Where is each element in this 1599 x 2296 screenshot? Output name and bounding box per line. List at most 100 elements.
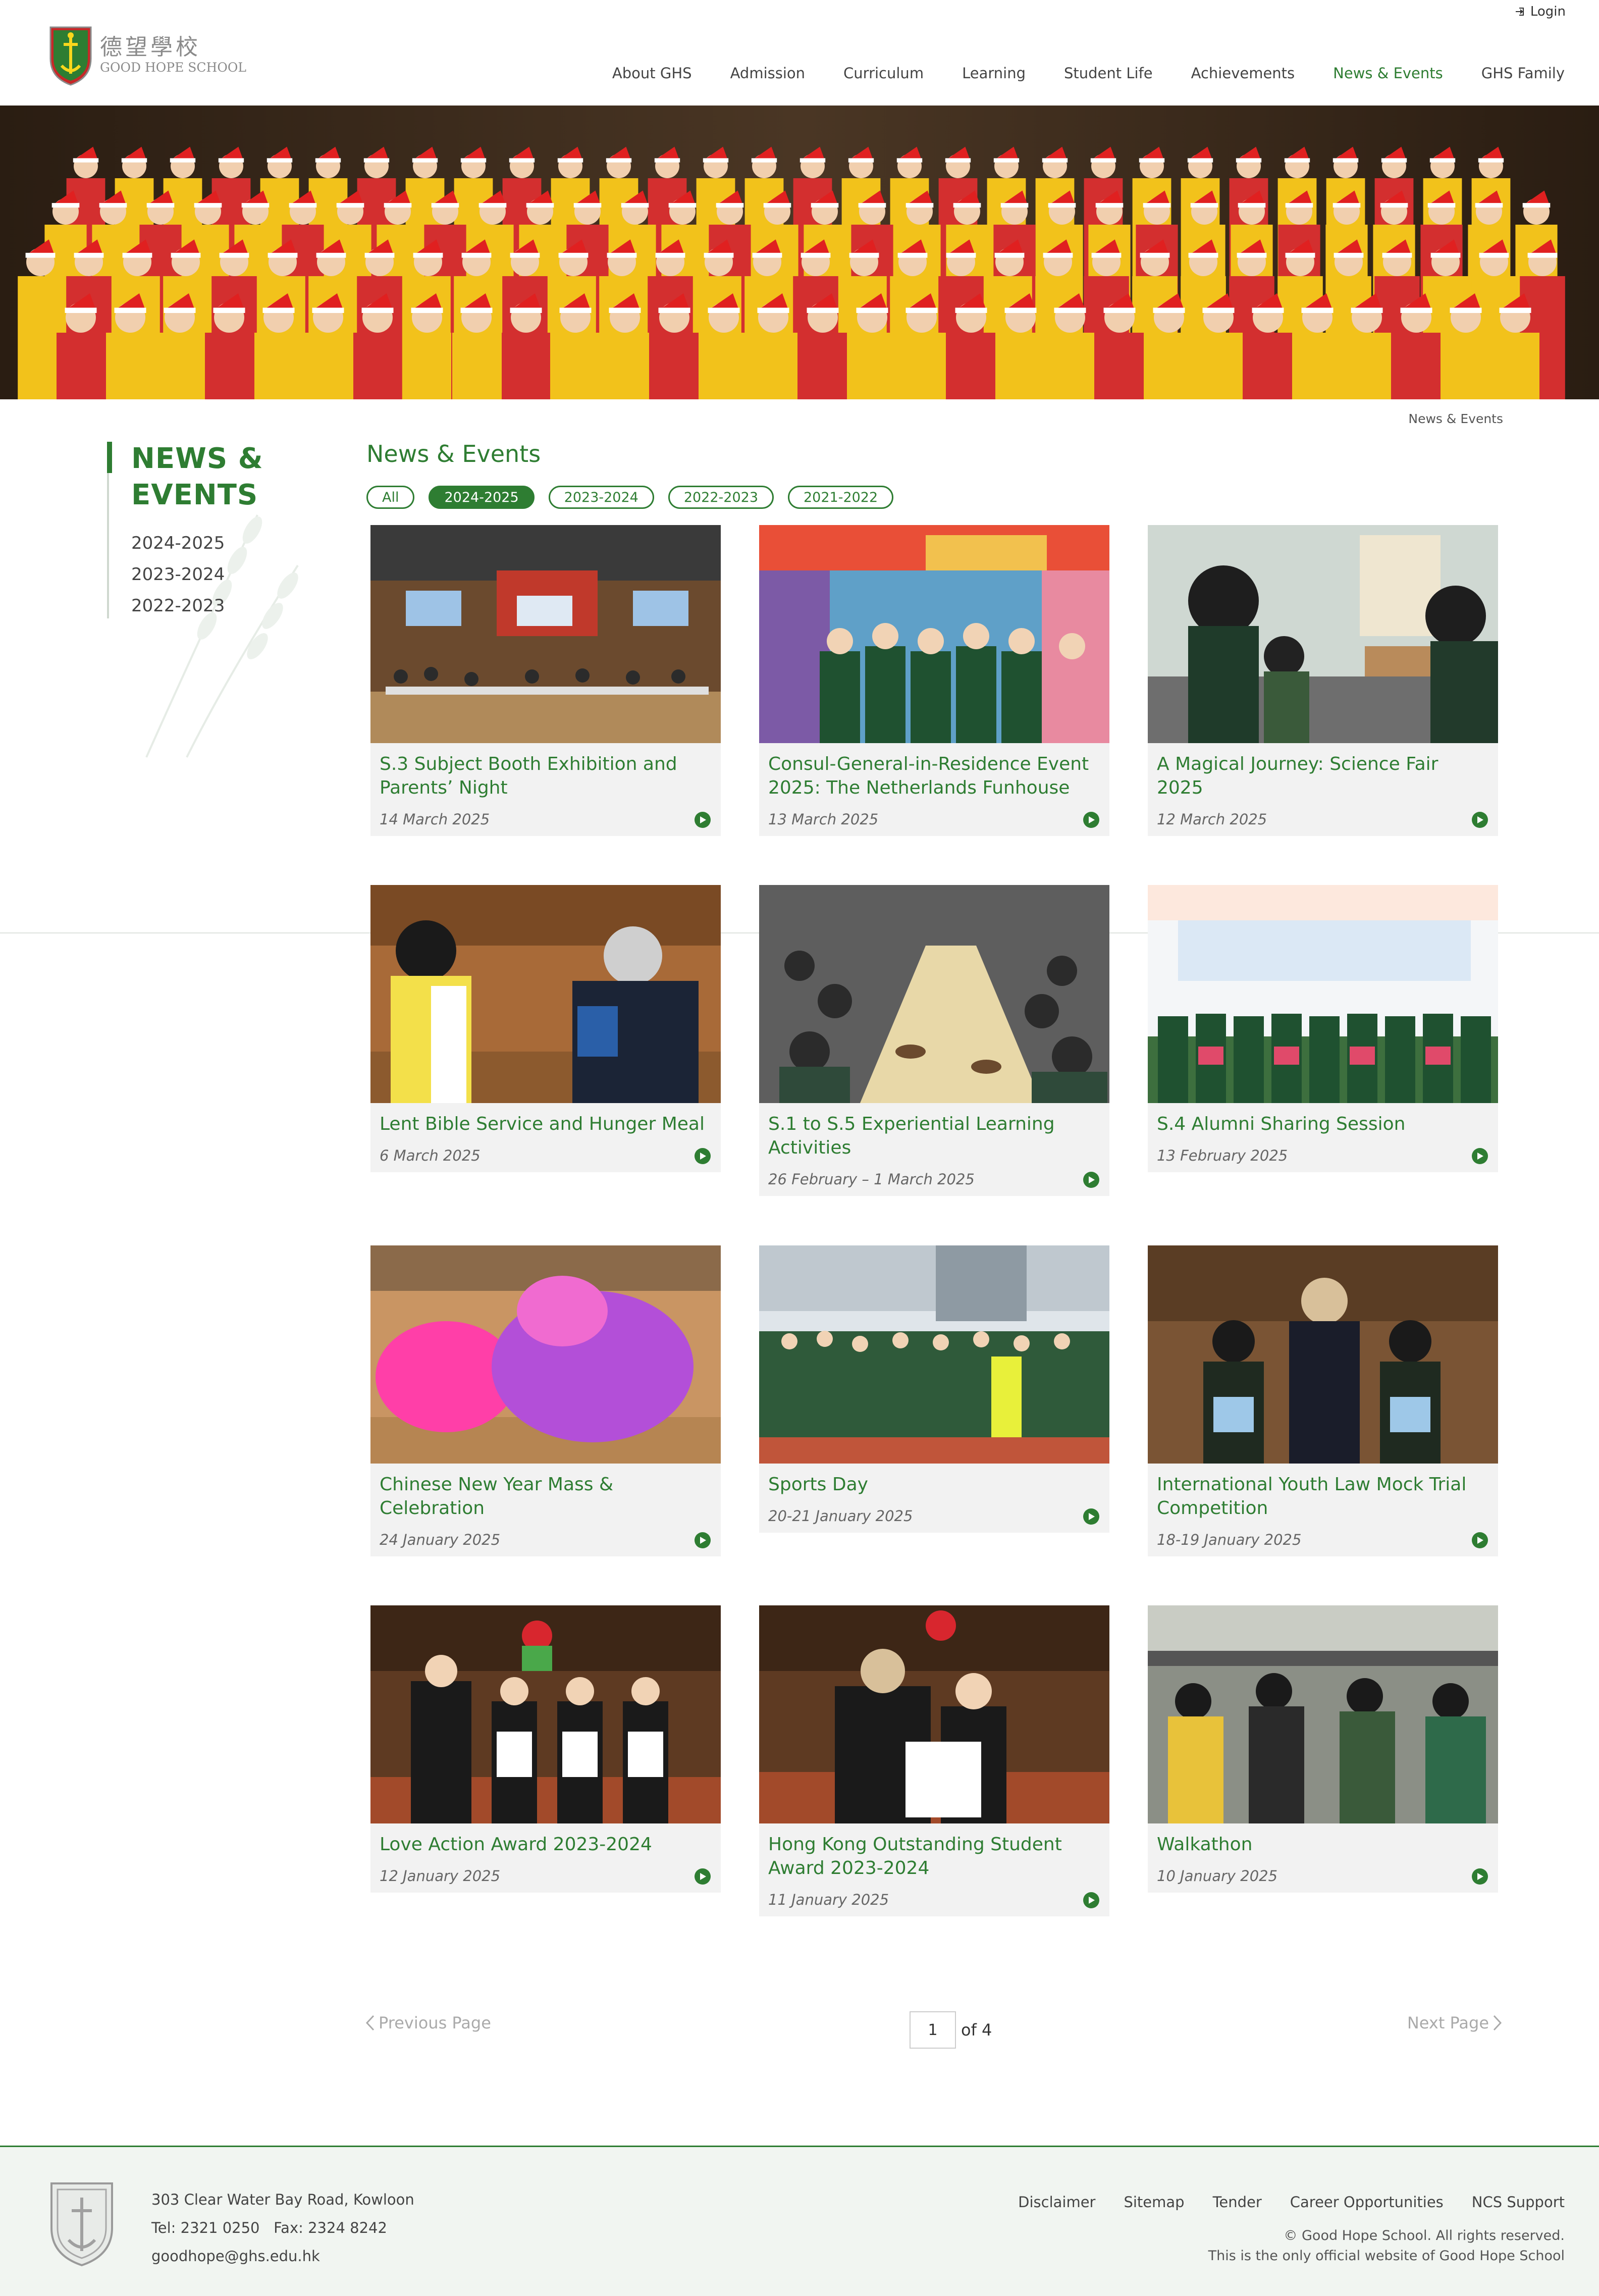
news-card-title[interactable]: International Youth Law Mock Trial Compe… [1148, 1464, 1498, 1520]
santa-hat-trim [716, 203, 744, 208]
news-card-date: 11 January 2025 [768, 1891, 889, 1908]
breadcrumb[interactable]: News & Events [1408, 411, 1503, 426]
santa-hat-trim [164, 307, 196, 313]
news-card-title[interactable]: Hong Kong Outstanding Student Award 2023… [759, 1823, 1109, 1880]
santa-hat-trim [1188, 252, 1218, 258]
news-card[interactable]: Consul-General-in-Residence Event 2025: … [759, 525, 1109, 836]
footer-link-sitemap[interactable]: Sitemap [1124, 2194, 1184, 2211]
news-card-title[interactable]: Chinese New Year Mass & Celebration [370, 1464, 721, 1520]
nav-learning[interactable]: Learning [962, 65, 1026, 82]
santa-hat-trim [413, 252, 443, 258]
news-card-title[interactable]: Love Action Award 2023-2024 [370, 1823, 721, 1856]
nav-admission[interactable]: Admission [730, 65, 805, 82]
news-card-title[interactable]: S.1 to S.5 Experiential Learning Activit… [759, 1103, 1109, 1160]
arrow-right-icon[interactable] [695, 812, 711, 828]
arrow-right-icon[interactable] [1472, 1532, 1488, 1548]
filter-2021-2022[interactable]: 2021-2022 [788, 486, 894, 509]
santa-hat-trim [1527, 252, 1558, 258]
sidebar-item-2022-2023[interactable]: 2022-2023 [131, 590, 225, 621]
santa-hat-trim [558, 252, 589, 258]
news-card[interactable]: A Magical Journey: Science Fair 2025 12 … [1148, 525, 1498, 836]
sidebar-item-2023-2024[interactable]: 2023-2024 [131, 559, 225, 590]
filter-2023-2024[interactable]: 2023-2024 [548, 486, 654, 509]
santa-hat-trim [194, 203, 222, 208]
login-link[interactable]: Login [1514, 4, 1566, 19]
santa-hat-trim [905, 307, 938, 313]
santa-hat-trim [1237, 252, 1267, 258]
news-card-title[interactable]: S.4 Alumni Sharing Session [1148, 1103, 1498, 1136]
main-nav: About GHS Admission Curriculum Learning … [574, 65, 1565, 82]
news-card[interactable]: S.3 Subject Booth Exhibition and Parents… [370, 525, 721, 836]
news-card-title[interactable]: S.3 Subject Booth Exhibition and Parents… [370, 743, 721, 800]
arrow-right-icon[interactable] [695, 1148, 711, 1164]
arrow-right-icon[interactable] [695, 1532, 711, 1548]
santa-hat-trim [1400, 307, 1432, 313]
santa-hat-trim [848, 158, 874, 163]
news-card-title[interactable]: Lent Bible Service and Hunger Meal [370, 1103, 721, 1136]
arrow-right-icon[interactable] [1083, 1172, 1099, 1188]
nav-about[interactable]: About GHS [612, 65, 692, 82]
footer-link-disclaimer[interactable]: Disclaimer [1018, 2194, 1095, 2211]
news-card[interactable]: S.4 Alumni Sharing Session 13 February 2… [1148, 885, 1498, 1172]
news-card-title[interactable]: Consul-General-in-Residence Event 2025: … [759, 743, 1109, 800]
school-logo[interactable]: 德望學校 GOOD HOPE SCHOOL [46, 23, 246, 87]
news-card[interactable]: Hong Kong Outstanding Student Award 2023… [759, 1605, 1109, 1916]
news-card[interactable]: International Youth Law Mock Trial Compe… [1148, 1245, 1498, 1556]
footer-link-tender[interactable]: Tender [1213, 2194, 1262, 2211]
arrow-right-icon[interactable] [1472, 1868, 1488, 1885]
santa-hat-trim [1103, 307, 1136, 313]
sidebar-item-2024-2025[interactable]: 2024-2025 [131, 528, 225, 559]
nav-curriculum[interactable]: Curriculum [843, 65, 924, 82]
footer-link-ncs-support[interactable]: NCS Support [1472, 2194, 1565, 2211]
next-page-link[interactable]: Next Page [1407, 2013, 1503, 2032]
news-card-photo [759, 525, 1109, 743]
choir-member-body [1392, 333, 1441, 399]
santa-hat-trim [897, 252, 928, 258]
arrow-right-icon[interactable] [1083, 1508, 1099, 1525]
news-card[interactable]: Sports Day 20-21 January 2025 [759, 1245, 1109, 1533]
filter-all[interactable]: All [366, 486, 415, 509]
news-card-date: 20-21 January 2025 [768, 1507, 913, 1525]
arrow-right-icon[interactable] [695, 1868, 711, 1885]
santa-hat-trim [51, 203, 80, 208]
santa-hat-trim [146, 203, 175, 208]
santa-hat-trim [461, 252, 492, 258]
santa-hat-trim [510, 252, 540, 258]
news-card-title[interactable]: Walkathon [1148, 1823, 1498, 1856]
footer-email[interactable]: goodhope@ghs.edu.hk [151, 2242, 414, 2270]
school-crest-icon [50, 2182, 113, 2267]
page-number-input[interactable] [910, 2011, 956, 2049]
filter-2024-2025[interactable]: 2024-2025 [429, 486, 535, 509]
arrow-right-icon[interactable] [1083, 812, 1099, 828]
site-footer: 303 Clear Water Bay Road, Kowloon Tel: 2… [0, 2146, 1599, 2296]
nav-achievements[interactable]: Achievements [1191, 65, 1295, 82]
news-card-title[interactable]: Sports Day [759, 1464, 1109, 1496]
santa-hat-trim [1187, 158, 1213, 163]
santa-hat-trim [1332, 158, 1359, 163]
footer-address-line: 303 Clear Water Bay Road, Kowloon [151, 2191, 414, 2208]
news-card[interactable]: S.1 to S.5 Experiential Learning Activit… [759, 885, 1109, 1196]
santa-hat-trim [1285, 203, 1313, 208]
news-card[interactable]: Love Action Award 2023-2024 12 January 2… [370, 1605, 721, 1893]
previous-page-link[interactable]: Previous Page [364, 2013, 491, 2032]
news-card-photo [370, 1605, 721, 1823]
news-card-date: 10 January 2025 [1157, 1867, 1278, 1885]
nav-news-events[interactable]: News & Events [1333, 65, 1443, 82]
news-card-photo [370, 885, 721, 1103]
news-card[interactable]: Walkathon 10 January 2025 [1148, 1605, 1498, 1893]
nav-ghs-family[interactable]: GHS Family [1481, 65, 1565, 82]
page-selector: of 4 [910, 2011, 992, 2049]
arrow-right-icon[interactable] [1083, 1892, 1099, 1908]
santa-hat-trim [1450, 307, 1482, 313]
santa-hat-trim [289, 203, 317, 208]
nav-student-life[interactable]: Student Life [1064, 65, 1153, 82]
news-card[interactable]: Chinese New Year Mass & Celebration 24 J… [370, 1245, 721, 1556]
santa-hat-trim [268, 252, 298, 258]
news-card-title[interactable]: A Magical Journey: Science Fair 2025 [1148, 743, 1498, 800]
filter-2022-2023[interactable]: 2022-2023 [668, 486, 774, 509]
news-card[interactable]: Lent Bible Service and Hunger Meal 6 Mar… [370, 885, 721, 1172]
arrow-right-icon[interactable] [1472, 812, 1488, 828]
footer-link-careers[interactable]: Career Opportunities [1290, 2194, 1444, 2211]
news-card-photo [1148, 1245, 1498, 1464]
arrow-right-icon[interactable] [1472, 1148, 1488, 1164]
